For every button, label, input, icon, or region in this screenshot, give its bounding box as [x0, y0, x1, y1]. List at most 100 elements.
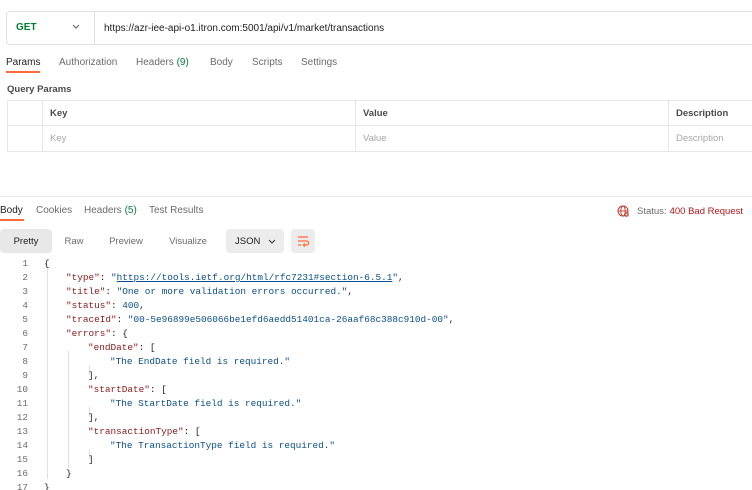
code-token: : [	[149, 384, 167, 395]
response-tab-headers[interactable]: Headers (5)	[84, 205, 137, 216]
column-header-key: Key	[42, 101, 355, 126]
code-token: ,	[347, 286, 353, 297]
row-checkbox-cell	[8, 126, 42, 151]
line-number: 5	[22, 314, 28, 325]
code-token: ,	[397, 272, 404, 283]
code-token: "transactionType"	[88, 426, 184, 437]
code-token: "The StartDate field is required."	[110, 398, 302, 409]
tab-scripts[interactable]: Scripts	[252, 57, 283, 68]
code-token: ],	[88, 370, 100, 381]
code-line: "errors": {	[66, 328, 128, 339]
code-line: ],	[88, 412, 99, 423]
line-number: 17	[16, 482, 28, 490]
description-input[interactable]: Description	[668, 126, 752, 151]
code-line: "transactionType": [	[88, 426, 201, 437]
line-number: 16	[16, 468, 28, 479]
tab-label: Body	[0, 205, 23, 216]
value-input[interactable]: Value	[355, 126, 668, 151]
line-number: 13	[16, 426, 28, 437]
code-link[interactable]: https://tools.ietf.org/html/rfc7231#sect…	[117, 272, 393, 283]
tab-label: Params	[6, 57, 41, 68]
column-header-value: Value	[355, 101, 668, 126]
view-mode-visualize[interactable]: Visualize	[157, 229, 219, 253]
code-token: "errors"	[66, 328, 112, 339]
code-token: ],	[88, 412, 100, 423]
globe-error-icon[interactable]	[617, 205, 629, 217]
view-mode-preview[interactable]: Preview	[97, 229, 155, 253]
tab-label: Headers	[136, 57, 174, 68]
code-line: }	[44, 482, 50, 490]
status-label: Status:	[637, 205, 667, 217]
table-header-row: Key Value Description	[8, 101, 752, 126]
tab-label: Test Results	[149, 205, 204, 216]
code-token: }	[66, 468, 72, 479]
line-number: 9	[22, 370, 28, 381]
tab-label: Settings	[301, 57, 338, 68]
response-divider[interactable]	[0, 196, 752, 197]
tab-label: Authorization	[59, 57, 118, 68]
code-token: ,	[139, 300, 145, 311]
column-header-description: Description	[668, 101, 752, 126]
code-token: :	[105, 286, 117, 297]
code-token: "type"	[66, 272, 100, 283]
checkbox-column-header	[8, 101, 42, 126]
response-body-viewer[interactable]: 1 {2 "type": "https://tools.ietf.org/html/…	[0, 256, 752, 490]
code-line: }	[66, 468, 72, 479]
status-value[interactable]: 400 Bad Request	[670, 206, 743, 217]
tab-params[interactable]: Params	[6, 57, 40, 68]
code-token: {	[44, 258, 50, 269]
tab-settings[interactable]: Settings	[301, 57, 337, 68]
view-mode-pretty[interactable]: Pretty	[0, 229, 52, 253]
code-token: "One or more validation errors occurred.…	[116, 286, 348, 297]
code-line: "type": "https://tools.ietf.org/html/rfc…	[66, 272, 404, 283]
code-token: }	[44, 482, 50, 490]
chevron-down-icon	[72, 24, 80, 29]
line-number: 6	[22, 328, 28, 339]
tab-label: Scripts	[252, 57, 283, 68]
request-bar: GET	[6, 11, 752, 45]
tab-authorization[interactable]: Authorization	[59, 57, 117, 68]
line-number: 7	[22, 342, 28, 353]
tab-label: Cookies	[36, 205, 73, 216]
code-line: "startDate": [	[88, 384, 167, 395]
format-dropdown[interactable]: JSON	[226, 229, 284, 253]
code-token: ]	[88, 454, 94, 465]
tab-body[interactable]: Body	[210, 57, 233, 68]
tab-count: (5)	[124, 205, 137, 216]
code-token: "status"	[66, 300, 112, 311]
response-tab-cookies[interactable]: Cookies	[36, 205, 72, 216]
line-number: 2	[22, 272, 28, 283]
view-mode-raw[interactable]: Raw	[53, 229, 95, 253]
code-line: ]	[88, 454, 94, 465]
chevron-down-icon	[268, 239, 276, 244]
code-token: :	[99, 272, 112, 283]
line-number: 10	[16, 384, 28, 395]
indent-guide	[68, 351, 69, 468]
tab-label: Body	[210, 57, 233, 68]
code-token: "The TransactionType field is required."	[110, 440, 336, 451]
table-row: Key Value Description	[8, 126, 752, 151]
active-tab-indicator	[6, 71, 40, 73]
tab-count: (9)	[176, 57, 189, 68]
indent-guide	[47, 267, 48, 479]
line-number: 11	[16, 398, 28, 409]
wrap-lines-button[interactable]	[291, 229, 315, 253]
key-input[interactable]: Key	[42, 126, 355, 151]
url-input[interactable]	[104, 21, 704, 35]
tab-headers[interactable]: Headers (9)	[136, 57, 189, 68]
tab-label: Headers	[84, 205, 122, 216]
format-label: JSON	[235, 236, 261, 247]
line-number: 1	[22, 258, 28, 269]
response-tab-body[interactable]: Body	[0, 205, 23, 216]
line-number: 14	[16, 440, 28, 451]
line-number: 8	[22, 356, 28, 367]
code-token: : [	[138, 342, 156, 353]
code-token: :	[111, 300, 123, 311]
response-tab-test-results[interactable]: Test Results	[149, 205, 203, 216]
code-token: : [	[183, 426, 201, 437]
method-selector[interactable]: GET	[7, 12, 95, 44]
response-status: Status: 400 Bad Request	[617, 205, 743, 217]
line-number: 12	[16, 412, 28, 423]
code-line: "The EndDate field is required."	[110, 356, 290, 367]
code-token: 400	[122, 300, 140, 311]
